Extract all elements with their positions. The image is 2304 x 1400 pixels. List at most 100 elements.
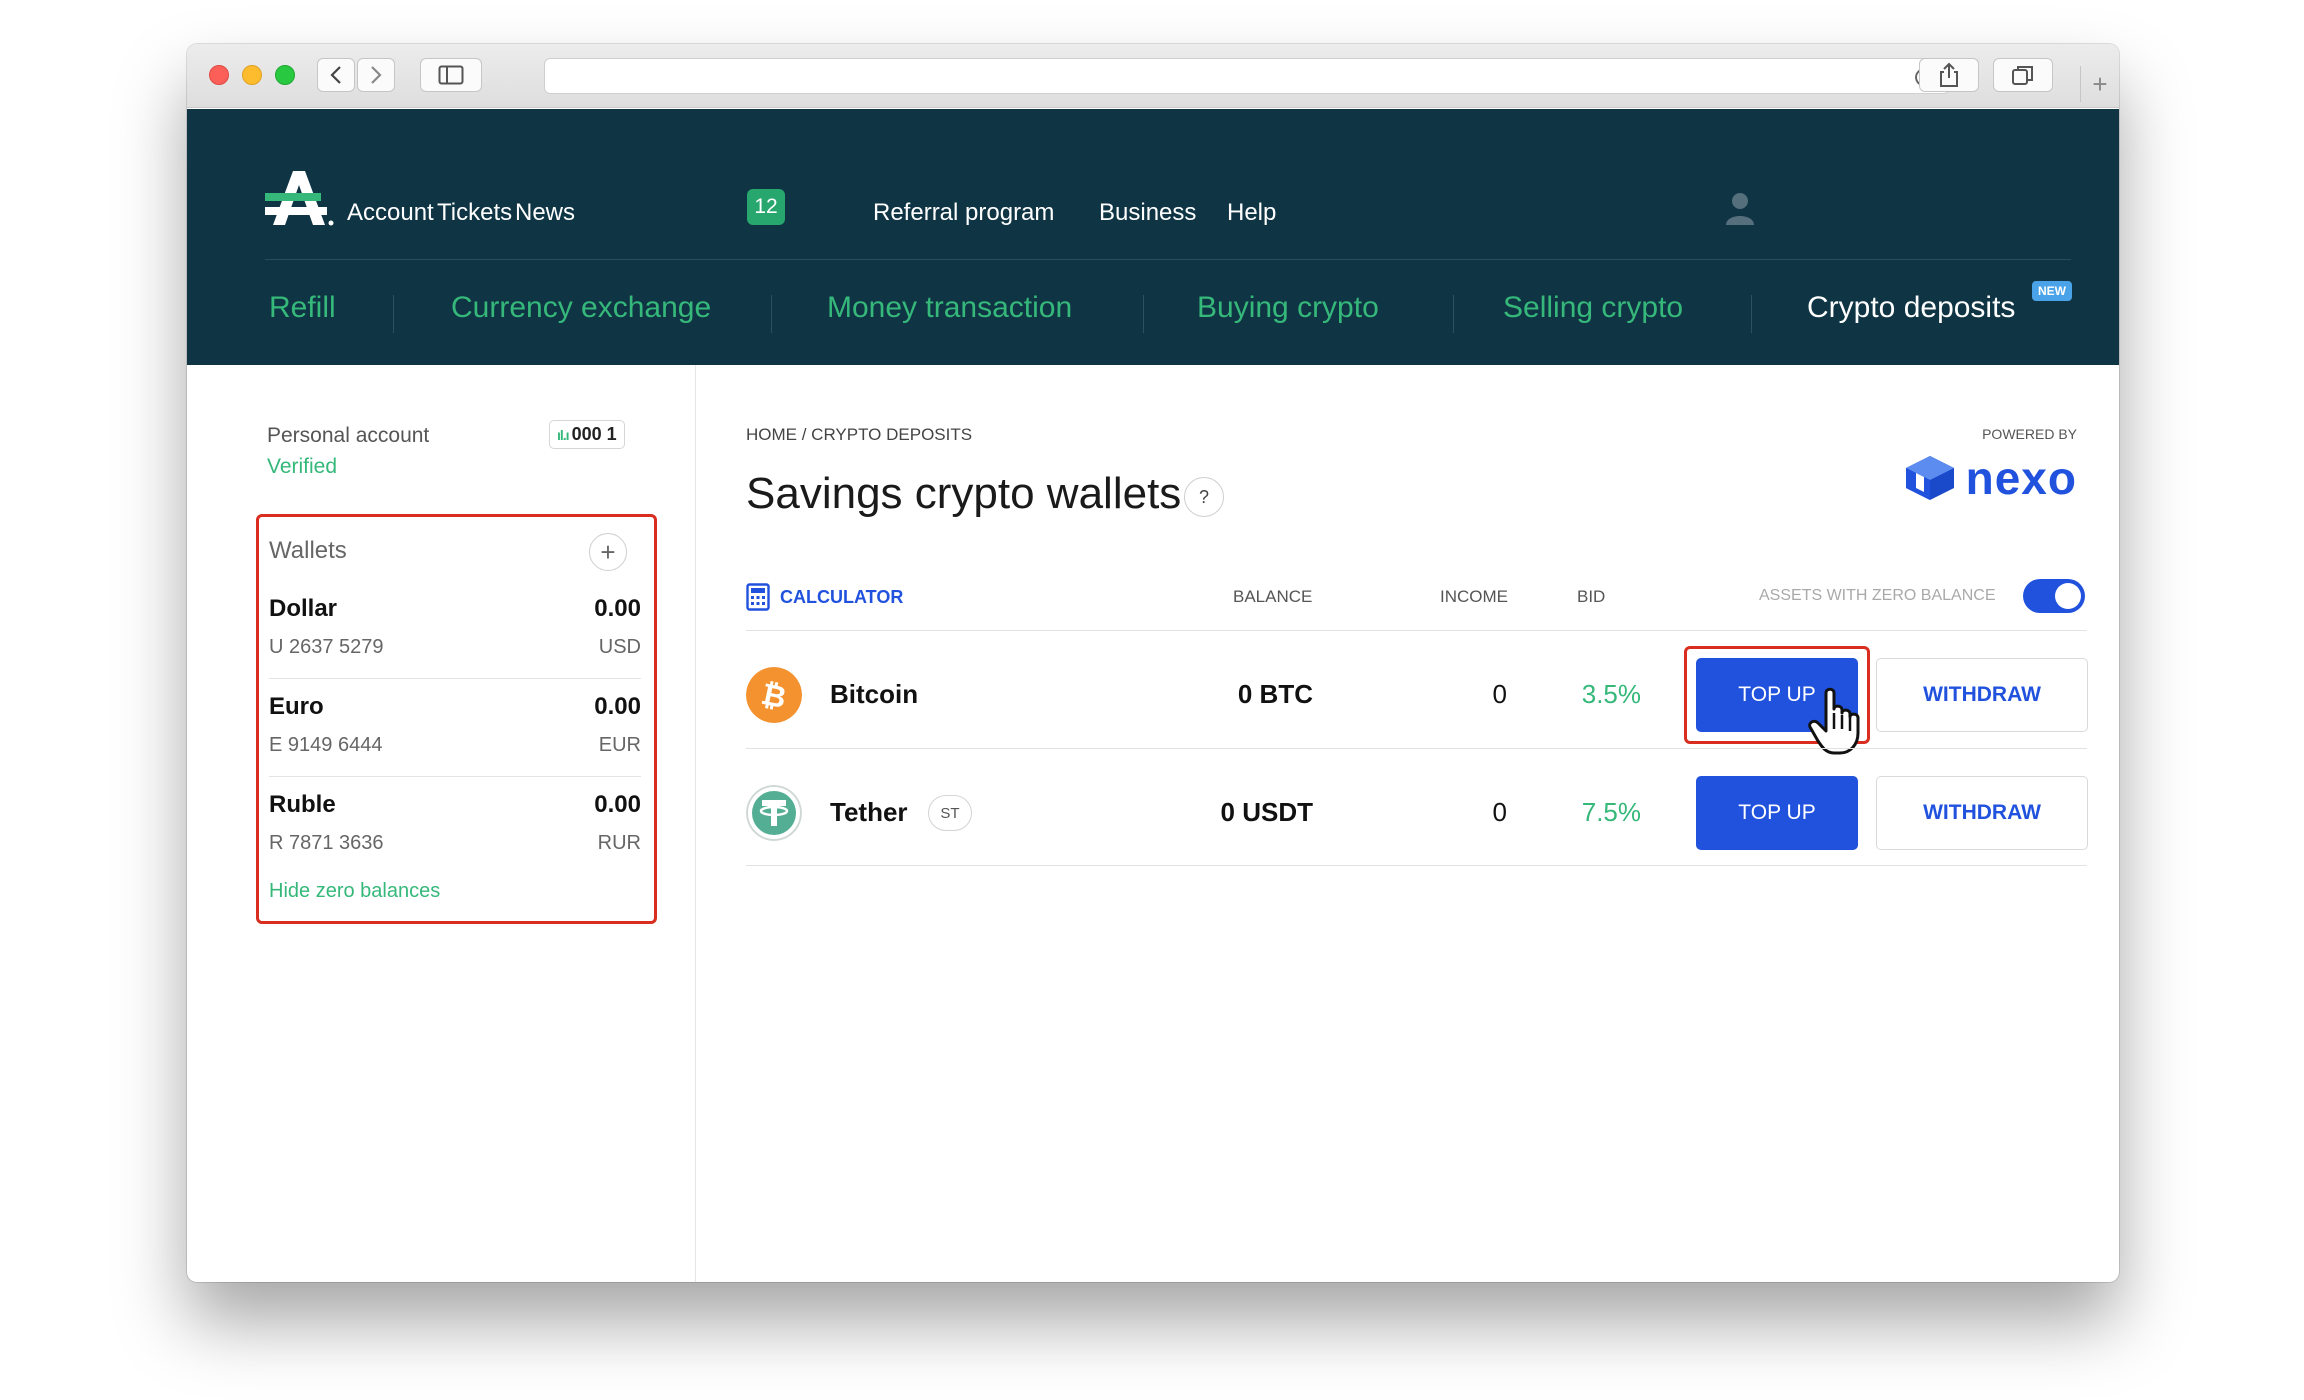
wallet-currency: RUR — [597, 832, 641, 854]
page-title: Savings crypto wallets — [746, 469, 1182, 518]
nav-referral-program[interactable]: Referral program — [873, 199, 1054, 227]
main-content: HOME / CRYPTO DEPOSITS Savings crypto wa… — [697, 365, 2119, 1282]
subnav-separator — [1453, 295, 1454, 333]
header-divider — [265, 259, 2071, 260]
account-sidebar: Personal account Verified ıl.ı 000 1 Wal… — [187, 365, 696, 1282]
new-badge: NEW — [2032, 281, 2072, 301]
subnav-separator — [771, 295, 772, 333]
wallet-currency: USD — [598, 636, 641, 658]
news-count-badge[interactable]: 12 — [747, 189, 785, 225]
help-icon[interactable]: ? — [1184, 477, 1224, 517]
powered-by-label: POWERED BY — [1982, 426, 2077, 442]
wallet-amount: 0.00 — [594, 693, 641, 720]
wallet-amount: 0.00 — [594, 791, 641, 818]
new-tab-button[interactable]: + — [2080, 66, 2119, 102]
column-header-income: INCOME — [1440, 587, 1508, 606]
add-wallet-button[interactable]: + — [589, 533, 627, 571]
asset-bid: 3.5% — [1581, 679, 1641, 709]
wallet-item-ruble[interactable]: Ruble 0.00 R 7871 3636 RUR — [269, 777, 641, 875]
share-icon — [1940, 62, 1958, 87]
table-divider — [746, 865, 2087, 866]
signal-bars-icon: ıl.ı — [557, 426, 570, 443]
sidebar-toggle-button[interactable] — [420, 58, 482, 92]
subnav-separator — [1143, 295, 1144, 333]
account-id: 000 1 — [571, 424, 617, 444]
top-up-button-tether[interactable]: TOP UP — [1696, 776, 1858, 850]
asset-name: Tether — [830, 797, 908, 827]
back-button[interactable] — [317, 58, 355, 92]
minimize-window-button[interactable] — [242, 65, 262, 85]
nexo-mark-icon — [1905, 456, 1954, 500]
wallet-number: U 2637 5279 — [269, 636, 384, 658]
zero-balance-toggle[interactable] — [2023, 579, 2085, 613]
plus-icon: + — [2092, 68, 2108, 99]
wallet-item-euro[interactable]: Euro 0.00 E 9149 6444 EUR — [269, 679, 641, 777]
subnav-crypto-deposits[interactable]: Crypto deposits — [1807, 291, 2015, 325]
subnav-money-transaction[interactable]: Money transaction — [827, 291, 1072, 325]
wallet-currency: EUR — [598, 734, 641, 756]
hide-zero-balances-link[interactable]: Hide zero balances — [269, 880, 440, 903]
nav-account[interactable]: Account — [347, 199, 434, 227]
close-window-button[interactable] — [209, 65, 229, 85]
tab-overview-button[interactable] — [1993, 58, 2053, 92]
nav-news[interactable]: News — [515, 199, 575, 227]
subnav-currency-exchange[interactable]: Currency exchange — [451, 291, 711, 325]
withdraw-button-bitcoin[interactable]: WITHDRAW — [1876, 658, 2088, 732]
share-button[interactable] — [1919, 58, 1979, 92]
hand-cursor-icon — [1808, 687, 1860, 755]
tether-icon — [746, 785, 802, 841]
wallet-number: E 9149 6444 — [269, 734, 383, 756]
nav-help[interactable]: Help — [1227, 199, 1276, 227]
nav-business[interactable]: Business — [1099, 199, 1196, 227]
subnav-separator — [1751, 295, 1752, 333]
wallet-name: Euro — [269, 693, 324, 720]
site-header: Account Tickets News 12 Referral program… — [187, 109, 2119, 365]
asset-balance: 0 USDT — [1220, 797, 1313, 827]
nav-tickets[interactable]: Tickets — [437, 199, 512, 227]
nexo-logo[interactable]: nexo — [1904, 451, 2077, 505]
user-icon[interactable] — [1724, 191, 1756, 225]
asset-bid: 7.5% — [1581, 797, 1641, 827]
wallet-name: Dollar — [269, 595, 338, 622]
subnav-separator — [393, 295, 394, 333]
forward-button[interactable] — [357, 58, 395, 92]
subnav-selling-crypto[interactable]: Selling crypto — [1503, 291, 1683, 325]
wallet-item-dollar[interactable]: Dollar 0.00 U 2637 5279 USD — [269, 581, 641, 679]
nexo-wordmark: nexo — [1965, 452, 2077, 504]
address-bar[interactable] — [544, 58, 1950, 94]
account-status: Verified — [267, 455, 338, 478]
column-header-balance: BALANCE — [1233, 587, 1313, 606]
withdraw-button-tether[interactable]: WITHDRAW — [1876, 776, 2088, 850]
wallet-amount: 0.00 — [594, 595, 641, 622]
bitcoin-icon: ₿ — [746, 667, 802, 723]
zoom-window-button[interactable] — [275, 65, 295, 85]
asset-balance: 0 BTC — [1237, 679, 1313, 709]
zero-balance-toggle-label: ASSETS WITH ZERO BALANCE — [1759, 587, 1996, 604]
asset-name: Bitcoin — [830, 679, 919, 709]
asset-income: 0 — [1492, 679, 1507, 709]
account-id-badge[interactable]: ıl.ı 000 1 — [549, 420, 625, 449]
wallet-number: R 7871 3636 — [269, 832, 384, 854]
column-header-bid: BID — [1577, 587, 1606, 606]
calculator-label: CALCULATOR — [780, 586, 904, 607]
subnav-refill[interactable]: Refill — [269, 291, 336, 325]
browser-window: + Account Tickets News 12 Referral progr… — [187, 44, 2119, 1282]
calculator-icon — [746, 583, 770, 611]
wallet-name: Ruble — [269, 791, 336, 818]
asset-row-tether: Tether ST 0 USDT 0 7.5% TOP UP WITHDRAW — [746, 749, 2088, 865]
sidebar-icon — [438, 65, 464, 85]
wallets-title: Wallets — [269, 537, 347, 564]
subnav-buying-crypto[interactable]: Buying crypto — [1197, 291, 1379, 325]
chevron-right-icon — [371, 66, 382, 84]
asset-row-bitcoin: ₿ Bitcoin 0 BTC 0 3.5% TOP UP WITHDRAW — [746, 631, 2088, 755]
brand-logo[interactable] — [265, 169, 335, 227]
breadcrumb[interactable]: HOME / CRYPTO DEPOSITS — [746, 425, 972, 445]
asset-income: 0 — [1492, 797, 1507, 827]
chevron-left-icon — [330, 66, 341, 84]
account-type-label: Personal account — [267, 424, 430, 447]
plus-icon: + — [600, 536, 616, 567]
tabs-icon — [2012, 66, 2033, 85]
asset-tag: ST — [928, 795, 972, 831]
browser-toolbar: + — [187, 44, 2119, 108]
calculator-link[interactable]: CALCULATOR — [746, 583, 903, 611]
